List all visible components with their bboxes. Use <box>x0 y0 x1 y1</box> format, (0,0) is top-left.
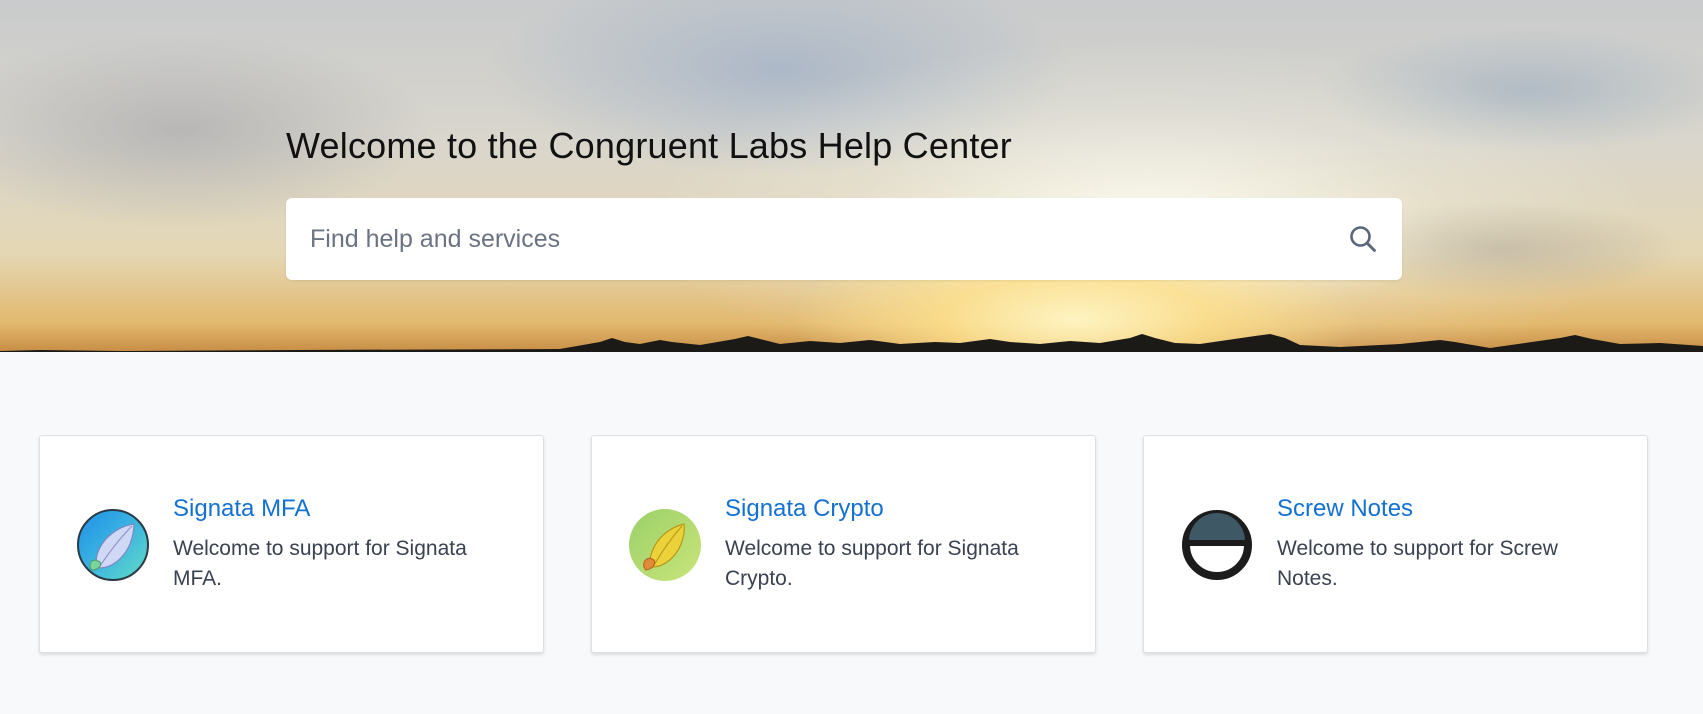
card-text: Signata MFA Welcome to support for Signa… <box>173 495 513 593</box>
product-description: Welcome to support for Signata MFA. <box>173 537 467 590</box>
card-text: Screw Notes Welcome to support for Screw… <box>1277 495 1617 593</box>
search-input[interactable] <box>310 224 1348 254</box>
treeline-decoration <box>0 334 1703 352</box>
screw-notes-logo-icon <box>1180 508 1254 582</box>
product-description: Welcome to support for Screw Notes. <box>1277 537 1558 590</box>
page-title: Welcome to the Congruent Labs Help Cente… <box>286 125 1012 166</box>
product-title-link[interactable]: Signata Crypto <box>725 495 1065 522</box>
signata-crypto-logo-icon <box>628 508 702 582</box>
product-card-screw-notes[interactable]: Screw Notes Welcome to support for Screw… <box>1143 435 1648 653</box>
product-title-link[interactable]: Screw Notes <box>1277 495 1617 522</box>
product-title-link[interactable]: Signata MFA <box>173 495 513 522</box>
search-icon[interactable] <box>1348 224 1378 254</box>
card-text: Signata Crypto Welcome to support for Si… <box>725 495 1065 593</box>
hero-banner: Welcome to the Congruent Labs Help Cente… <box>0 0 1703 352</box>
signata-mfa-logo-icon <box>76 508 150 582</box>
search-bar[interactable] <box>286 198 1402 280</box>
product-card-signata-mfa[interactable]: Signata MFA Welcome to support for Signa… <box>39 435 544 653</box>
product-description: Welcome to support for Signata Crypto. <box>725 537 1019 590</box>
product-cards: Signata MFA Welcome to support for Signa… <box>39 435 1649 653</box>
product-card-signata-crypto[interactable]: Signata Crypto Welcome to support for Si… <box>591 435 1096 653</box>
